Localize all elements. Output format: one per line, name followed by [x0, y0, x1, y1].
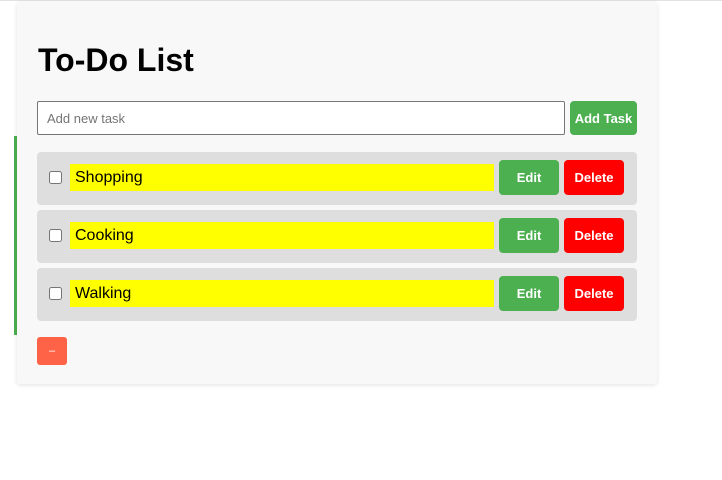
- task-row: Cooking Edit Delete: [37, 210, 637, 263]
- minus-button[interactable]: –: [37, 337, 67, 365]
- delete-button[interactable]: Delete: [564, 160, 624, 195]
- task-row: Walking Edit Delete: [37, 268, 637, 321]
- delete-button[interactable]: Delete: [564, 218, 624, 253]
- edit-button[interactable]: Edit: [499, 160, 559, 195]
- task-text: Cooking: [70, 222, 494, 249]
- edit-button[interactable]: Edit: [499, 276, 559, 311]
- top-divider: [0, 0, 722, 1]
- task-text: Shopping: [70, 164, 494, 191]
- task-checkbox[interactable]: [49, 171, 62, 184]
- todo-card: To-Do List Add Task Shopping Edit Delete…: [17, 2, 657, 384]
- task-checkbox[interactable]: [49, 229, 62, 242]
- page-title: To-Do List: [38, 42, 194, 78]
- task-row: Shopping Edit Delete: [37, 152, 637, 205]
- task-list: Shopping Edit Delete Cooking Edit Delete…: [37, 152, 637, 326]
- new-task-input[interactable]: [37, 101, 565, 135]
- add-task-button[interactable]: Add Task: [570, 101, 637, 135]
- edit-button[interactable]: Edit: [499, 218, 559, 253]
- task-checkbox[interactable]: [49, 287, 62, 300]
- delete-button[interactable]: Delete: [564, 276, 624, 311]
- task-text: Walking: [70, 280, 494, 307]
